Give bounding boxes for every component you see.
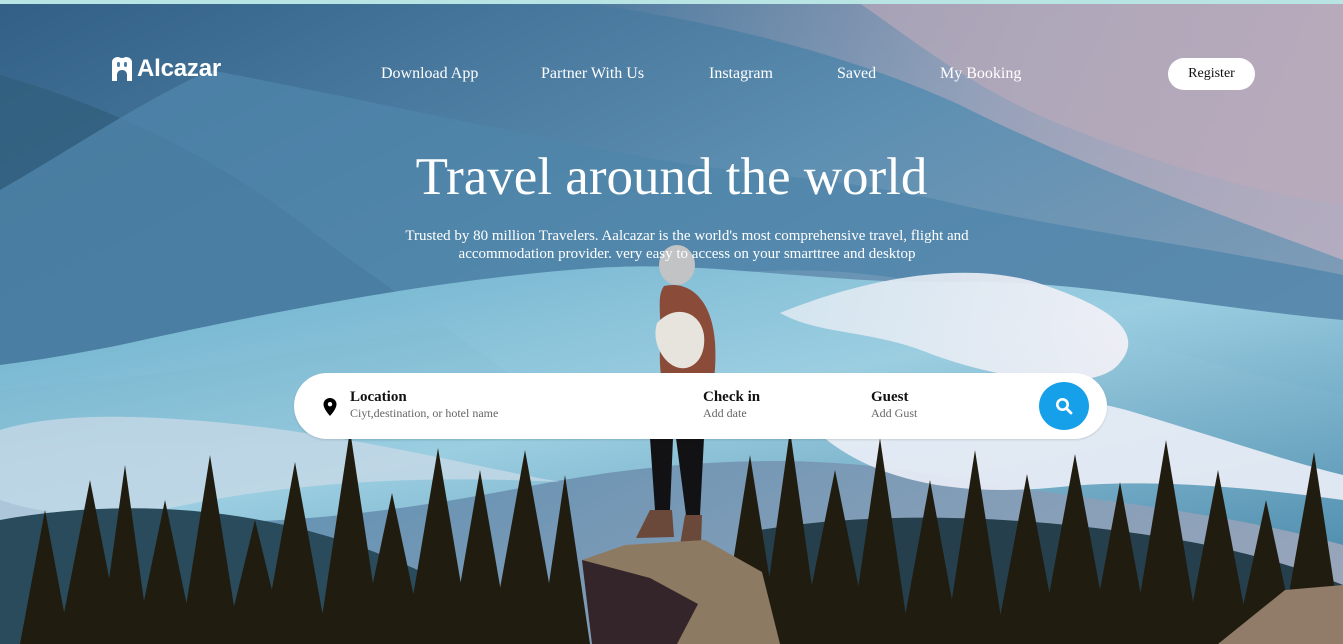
hero-subtitle-line-2: accommodation provider. very easy to acc… <box>458 246 916 262</box>
landing-page: Alcazar Download App Partner With Us Ins… <box>0 0 1343 644</box>
check-in-field[interactable]: Check in Add date <box>703 388 813 420</box>
brand-name: Alcazar <box>137 55 221 82</box>
nav-my-booking[interactable]: My Booking <box>940 65 1021 83</box>
search-button[interactable] <box>1039 382 1089 430</box>
hero-subtitle-line-1: Trusted by 80 million Travelers. Aalcaza… <box>405 228 969 244</box>
location-field[interactable]: Location Ciyt,destination, or hotel name <box>350 388 600 420</box>
location-pin-icon <box>323 398 337 416</box>
hero-subtitle: Trusted by 80 million Travelers. Aalcaza… <box>371 227 1003 263</box>
site-header: Alcazar Download App Partner With Us Ins… <box>0 0 1343 120</box>
castle-logo-icon <box>112 57 132 81</box>
nav-download-app[interactable]: Download App <box>381 65 478 83</box>
hero-title: Travel around the world <box>415 148 928 206</box>
register-button[interactable]: Register <box>1168 58 1255 90</box>
hotel-search-bar: Location Ciyt,destination, or hotel name… <box>294 373 1107 439</box>
check-in-placeholder: Add date <box>703 406 747 420</box>
location-placeholder: Ciyt,destination, or hotel name <box>350 406 499 420</box>
brand-logo[interactable]: Alcazar <box>110 55 221 83</box>
nav-saved[interactable]: Saved <box>837 65 876 83</box>
nav-instagram[interactable]: Instagram <box>709 65 773 83</box>
top-accent-line <box>0 0 1343 4</box>
nav-partner-with-us[interactable]: Partner With Us <box>541 65 644 83</box>
guest-field[interactable]: Guest Add Gust <box>871 388 981 420</box>
guest-placeholder: Add Gust <box>871 406 918 420</box>
guest-label: Guest <box>871 389 909 405</box>
search-icon <box>1056 398 1073 415</box>
location-label: Location <box>350 389 407 405</box>
check-in-label: Check in <box>703 389 761 405</box>
